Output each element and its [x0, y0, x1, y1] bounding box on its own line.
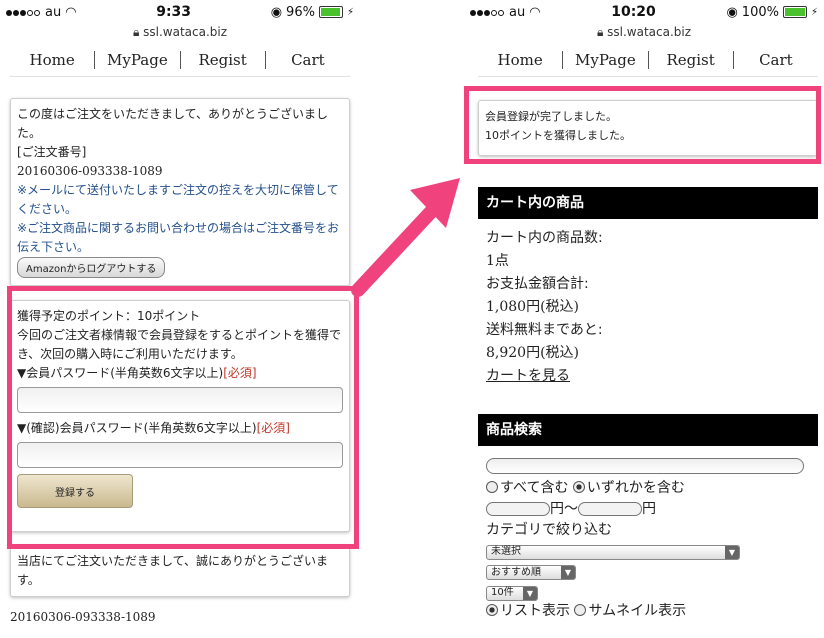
yen-to: 円 [642, 501, 656, 517]
battery-percent: 100% [741, 4, 779, 20]
cart-count-label: カート内の商品数: [486, 230, 603, 246]
signal-icon [470, 5, 505, 20]
rotation-lock-icon: ◉ [726, 4, 738, 20]
shop-thanks-text: 当店にてご注文いただきまして、誠にありがとうございます。 [17, 554, 329, 587]
wifi-icon: ◠ [529, 4, 541, 20]
free-shipping-value: 8,920円(税込) [486, 345, 580, 361]
note-keep-email: ※メールにて送付いたしますご注文の控えを大切に保管してください。 [17, 183, 339, 216]
nav-regist[interactable]: Regist [647, 51, 733, 69]
clock: 9:33 [156, 4, 192, 20]
total-value: 1,080円(税込) [486, 299, 580, 315]
complete-highlight-frame [464, 86, 821, 164]
category-select[interactable]: 未選択 ▼ [486, 544, 740, 560]
order-number-label: [ご注文番号] [17, 145, 87, 159]
status-bar: au ◠ 9:33 ◉ 96% ⚡ [0, 0, 360, 24]
signal-icon [6, 5, 41, 20]
carrier: au [509, 4, 526, 20]
radio-list-view[interactable] [486, 603, 498, 616]
order-number-footer: 20160306-093338-1089 [10, 610, 156, 624]
battery-percent: 96% [286, 4, 315, 20]
radio-any-label: いずれかを含む [586, 480, 685, 496]
price-max-input[interactable] [578, 502, 642, 516]
shop-thanks-box: 当店にてご注文いただきまして、誠にありがとうございます。 [10, 545, 350, 597]
yen-from: 円〜 [550, 501, 578, 517]
arrow-icon [351, 178, 460, 297]
url-text: ssl.wataca.biz [143, 25, 228, 39]
cart-count: 1点 [486, 253, 509, 269]
main-nav-right: Home MyPage Regist Cart [478, 44, 818, 77]
chevron-down-icon: ▼ [523, 586, 537, 600]
url-text: ssl.wataca.biz [607, 25, 692, 39]
sort-select[interactable]: おすすめ順 ▼ [486, 565, 576, 580]
search-section-header: 商品検索 [478, 414, 818, 446]
charging-icon: ⚡ [810, 6, 818, 18]
order-complete-box: この度はご注文をいただきまして、ありがとうございました。 [ご注文番号] 201… [10, 98, 350, 286]
radio-thumbnail-view[interactable] [574, 603, 587, 616]
note-inquiry: ※ご注文商品に関するお問い合わせの場合はご注文番号をお伝え下さい。 [17, 221, 340, 254]
radio-all[interactable] [486, 481, 498, 493]
charging-icon: ⚡ [346, 6, 354, 18]
nav-mypage[interactable]: MyPage [94, 51, 179, 69]
wifi-icon: ◠ [65, 4, 77, 20]
url-bar[interactable]: 🔒︎ ssl.wataca.biz [0, 24, 360, 40]
nav-regist[interactable]: Regist [179, 51, 265, 69]
free-shipping-label: 送料無料まであと: [486, 322, 603, 338]
status-bar-right: au ◠ 10:20 ◉ 100% ⚡ [464, 0, 824, 24]
clock: 10:20 [611, 4, 656, 20]
total-label: お支払金額合計: [486, 276, 589, 292]
order-number: 20160306-093338-1089 [17, 164, 163, 178]
count-select[interactable]: 10件 ▼ [486, 585, 538, 601]
nav-home[interactable]: Home [478, 51, 562, 69]
battery-icon [782, 6, 807, 18]
category-filter-label: カテゴリで絞り込む [486, 522, 612, 538]
rotation-lock-icon: ◉ [270, 4, 283, 20]
radio-list-view-label: リスト表示 [500, 602, 570, 619]
view-cart-link[interactable]: カートを見る [486, 368, 570, 384]
lock-icon: 🔒︎ [132, 25, 140, 39]
amazon-logout-button[interactable]: Amazonからログアウトする [17, 257, 166, 278]
nav-cart[interactable]: Cart [264, 51, 350, 69]
radio-all-label: すべて含む [500, 480, 569, 496]
category-select-value: 未選択 [491, 546, 521, 557]
main-nav: Home MyPage Regist Cart [10, 44, 350, 77]
nav-cart[interactable]: Cart [732, 51, 818, 69]
lock-icon: 🔒︎ [596, 25, 604, 39]
chevron-down-icon: ▼ [561, 566, 575, 579]
thanks-text: この度はご注文をいただきまして、ありがとうございました。 [17, 107, 329, 140]
chevron-down-icon: ▼ [725, 545, 739, 559]
radio-any[interactable] [572, 481, 585, 493]
register-highlight-frame [7, 286, 359, 549]
nav-home[interactable]: Home [10, 51, 94, 69]
search-keyword-input[interactable] [486, 458, 804, 474]
nav-mypage[interactable]: MyPage [562, 51, 647, 69]
radio-thumbnail-view-label: サムネイル表示 [588, 602, 687, 619]
url-bar[interactable]: 🔒︎ ssl.wataca.biz [464, 24, 824, 40]
carrier: au [45, 4, 62, 20]
battery-icon [318, 6, 343, 18]
cart-section-header: カート内の商品 [478, 187, 818, 219]
price-min-input[interactable] [486, 502, 550, 516]
